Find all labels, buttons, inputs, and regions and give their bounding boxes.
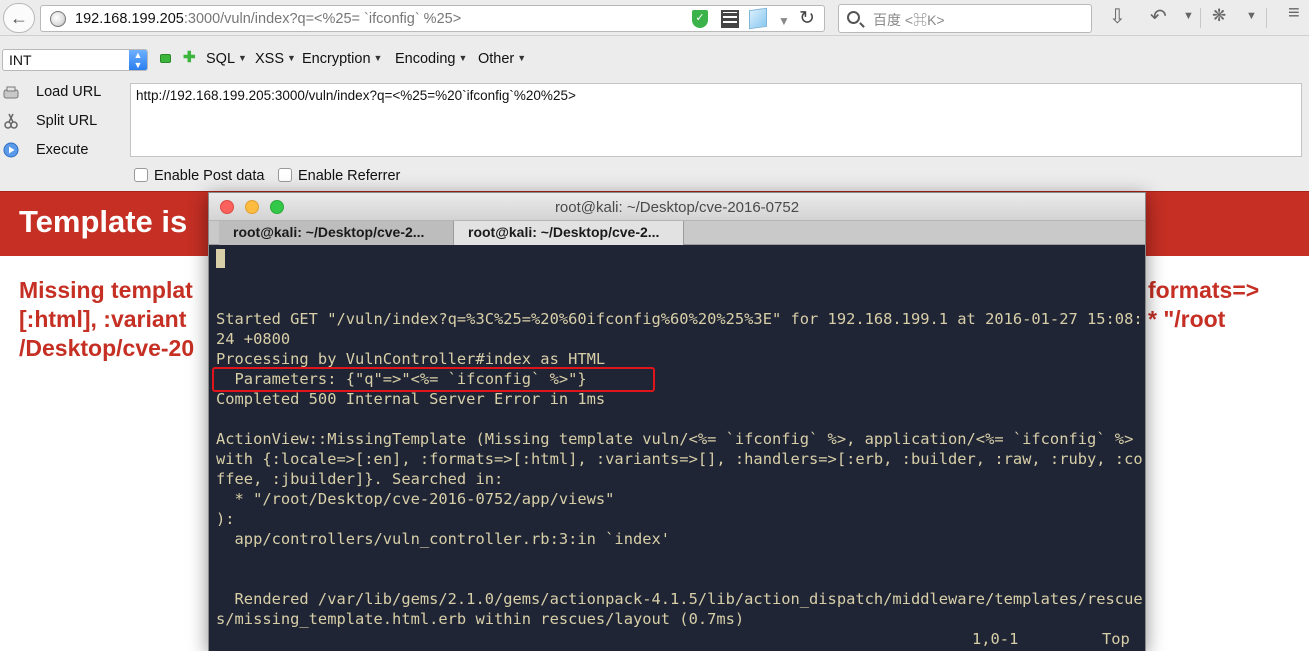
split-url-label: Split URL xyxy=(36,113,98,129)
caret-icon: ▼ xyxy=(517,53,527,63)
terminal-line: * "/root/Desktop/cve-2016-0752/app/views… xyxy=(216,490,615,508)
select-arrows-icon: ▲ ▼ xyxy=(129,50,147,70)
decrease-icon[interactable] xyxy=(160,54,171,63)
hackbar-menu: INT ▲ ▼ ✚ SQL ▼ XSS ▼ Encryption ▼ Encoding ▼… xyxy=(0,49,1309,71)
reload-icon[interactable]: ↻ xyxy=(799,7,815,30)
bug-icon[interactable]: ❋ xyxy=(1212,6,1226,26)
toolbar-divider xyxy=(1200,8,1201,28)
download-icon[interactable]: ⇩ xyxy=(1109,4,1126,29)
browser-toolbar: ← 192.168.199.205:3000/vuln/index?q=<%25… xyxy=(0,0,1309,36)
menu-xss[interactable]: XSS ▼ xyxy=(255,51,296,67)
caret-icon: ▼ xyxy=(238,53,247,63)
terminal-window[interactable]: root@kali: ~/Desktop/cve-2016-0752 root@… xyxy=(208,192,1146,651)
terminal-line xyxy=(216,249,1146,269)
error-message-right: formats=> * "/root xyxy=(1148,277,1260,332)
menu-encryption[interactable]: Encryption ▼ xyxy=(302,51,382,67)
load-icon xyxy=(3,86,19,99)
address-bar[interactable]: 192.168.199.205:3000/vuln/index?q=<%25= … xyxy=(40,5,825,32)
search-icon xyxy=(847,11,860,24)
execute-button[interactable]: Execute xyxy=(0,138,125,164)
back-button[interactable]: ← xyxy=(3,3,35,33)
enable-referrer-checkbox[interactable]: Enable Referrer xyxy=(278,168,400,184)
terminal-line: Completed 500 Internal Server Error in 1… xyxy=(216,390,606,408)
terminal-tab-2[interactable]: root@kali: ~/Desktop/cve-2... xyxy=(454,221,684,245)
load-url-button[interactable]: Load URL xyxy=(0,80,125,106)
cursor xyxy=(216,249,225,268)
terminal-line: ffee, :jbuilder]}. Searched in: xyxy=(216,470,504,488)
terminal-line: Rendered /var/lib/gems/2.1.0/gems/action… xyxy=(216,590,1143,608)
toolbar-divider xyxy=(1266,8,1267,28)
select-value: INT xyxy=(9,52,32,68)
hackbar-panel: INT ▲ ▼ ✚ SQL ▼ XSS ▼ Encryption ▼ Encoding ▼… xyxy=(0,36,1309,191)
address-text: 192.168.199.205:3000/vuln/index?q=<%25= … xyxy=(75,11,461,27)
menu-encoding[interactable]: Encoding ▼ xyxy=(395,51,467,67)
terminal-line: Started GET "/vuln/index?q=%3C%25=%20%60… xyxy=(216,310,1143,328)
split-url-button[interactable]: Split URL xyxy=(0,109,125,135)
terminal-line: Processing by VulnController#index as HT… xyxy=(216,350,606,368)
menu-sql[interactable]: SQL ▼ xyxy=(206,51,247,67)
terminal-line: app/controllers/vuln_controller.rb:3:in … xyxy=(216,530,671,548)
arrow-left-icon: ← xyxy=(10,7,28,28)
terminal-tab-1[interactable]: root@kali: ~/Desktop/cve-2... xyxy=(219,221,454,245)
menu-icon[interactable]: ≡ xyxy=(1288,2,1300,25)
checkbox-box xyxy=(134,168,148,182)
play-icon xyxy=(3,142,19,158)
terminal-tabs: root@kali: ~/Desktop/cve-2... root@kali:… xyxy=(209,221,1145,245)
globe-icon xyxy=(50,11,66,27)
scissors-icon xyxy=(4,113,18,129)
error-message: Missing templat [:html], :variant/Desktop… xyxy=(19,277,195,361)
cursor-position: 1,0-1 xyxy=(972,630,1019,648)
terminal-line: ): xyxy=(216,510,235,528)
undo-icon[interactable]: ↶ xyxy=(1150,4,1167,29)
chevron-down-icon[interactable]: ▼ xyxy=(778,14,790,28)
hackbar-type-select[interactable]: INT ▲ ▼ xyxy=(2,49,148,71)
cube-icon[interactable] xyxy=(749,7,767,30)
execute-label: Execute xyxy=(36,142,89,158)
load-url-label: Load URL xyxy=(36,84,102,100)
checkbox-box xyxy=(278,168,292,182)
vim-status-line: 1,0-1 Top xyxy=(216,629,1146,649)
terminal-title: root@kali: ~/Desktop/cve-2016-0752 xyxy=(554,199,800,216)
terminal-line: ActionView::MissingTemplate (Missing tem… xyxy=(216,430,1134,448)
shield-icon[interactable]: ✓ xyxy=(692,10,708,28)
menu-other[interactable]: Other ▼ xyxy=(478,51,526,67)
search-placeholder: 百度 <⌘K> xyxy=(873,12,945,28)
chevron-down-icon[interactable]: ▼ xyxy=(1246,10,1257,22)
hackbar-url-textarea[interactable]: http://192.168.199.205:3000/vuln/index?q… xyxy=(130,83,1302,157)
terminal-line: s/missing_template.html.erb within rescu… xyxy=(216,610,745,628)
parameters-highlight-box xyxy=(212,367,655,392)
terminal-output[interactable]: Started GET "/vuln/index?q=%3C%25=%20%60… xyxy=(216,249,1146,649)
error-title: Template is xyxy=(19,204,188,239)
caret-icon: ▼ xyxy=(373,53,383,63)
caret-icon: ▼ xyxy=(458,53,468,63)
chevron-down-icon[interactable]: ▼ xyxy=(1183,10,1194,22)
scroll-position: Top xyxy=(1102,630,1130,648)
url-host: 192.168.199.205 xyxy=(75,11,184,27)
caret-icon: ▼ xyxy=(287,53,296,63)
increase-icon[interactable]: ✚ xyxy=(183,50,196,65)
search-input[interactable]: 百度 <⌘K> xyxy=(838,4,1092,33)
terminal-line: with {:locale=>[:en], :formats=>[:html],… xyxy=(216,450,1143,468)
url-path: :3000/vuln/index?q=<%25= `ifconfig` %25> xyxy=(183,11,462,27)
qr-code-icon[interactable] xyxy=(721,10,739,28)
terminal-titlebar[interactable]: root@kali: ~/Desktop/cve-2016-0752 xyxy=(209,193,1145,221)
enable-post-data-checkbox[interactable]: Enable Post data xyxy=(134,168,264,184)
terminal-line: 24 +0800 xyxy=(216,330,291,348)
